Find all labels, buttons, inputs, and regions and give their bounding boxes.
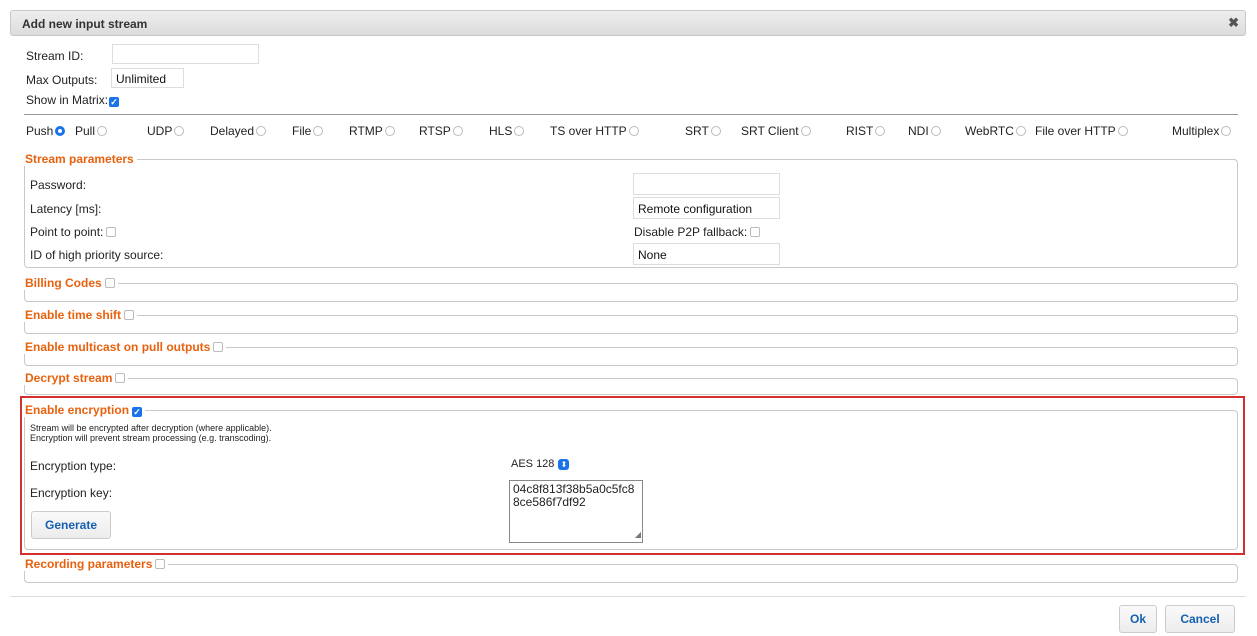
max-outputs-input[interactable]: Unlimited — [111, 68, 184, 88]
recording-parameters-checkbox[interactable] — [155, 559, 166, 569]
recording-parameters-legend: Recording parameters — [25, 557, 153, 571]
time-shift-checkbox[interactable] — [124, 310, 135, 320]
encryption-note-line1: Stream will be encrypted after decryptio… — [30, 423, 272, 433]
generate-button[interactable]: Generate — [31, 511, 111, 539]
multicast-checkbox[interactable] — [213, 342, 224, 352]
decrypt-stream-checkbox[interactable] — [115, 373, 126, 383]
point-to-point-label: Point to point: — [30, 225, 104, 239]
multicast-section: Enable multicast on pull outputs — [24, 340, 1238, 366]
decrypt-stream-section: Decrypt stream — [24, 371, 1238, 395]
latency-input[interactable]: Remote configuration — [633, 197, 780, 219]
password-label: Password: — [30, 178, 87, 192]
radio-file[interactable]: File — [292, 124, 324, 138]
ok-button[interactable]: Ok — [1119, 605, 1157, 633]
billing-codes-section: Billing Codes — [24, 276, 1238, 302]
resize-grip-icon[interactable]: ◢ — [635, 528, 641, 541]
stream-parameters-legend: Stream parameters — [25, 152, 134, 166]
disable-p2p-checkbox[interactable] — [750, 227, 761, 237]
stream-parameters-section: Stream parameters — [24, 152, 1238, 268]
radio-rtsp[interactable]: RTSP — [419, 124, 463, 138]
dialog-titlebar: Add new input stream ✖ — [10, 10, 1246, 36]
stream-type-radio-group: Push Pull UDP Delayed File RTMP RTSP HLS… — [26, 124, 1238, 140]
radio-file-over-http[interactable]: File over HTTP — [1035, 124, 1128, 138]
cancel-button[interactable]: Cancel — [1165, 605, 1235, 633]
close-icon[interactable]: ✖ — [1228, 15, 1239, 31]
stream-id-input[interactable] — [112, 44, 259, 64]
radio-srt[interactable]: SRT — [685, 124, 721, 138]
password-input[interactable] — [633, 173, 780, 195]
decrypt-stream-legend: Decrypt stream — [25, 371, 113, 385]
radio-ndi[interactable]: NDI — [908, 124, 941, 138]
show-in-matrix-checkbox[interactable]: ✓ — [109, 97, 120, 107]
radio-rtmp[interactable]: RTMP — [349, 124, 395, 138]
dialog-title: Add new input stream — [22, 17, 148, 31]
radio-webrtc[interactable]: WebRTC — [965, 124, 1026, 138]
radio-pull[interactable]: Pull — [75, 124, 108, 138]
encryption-key-value: 04c8f813f38b5a0c5fc88ce586f7df92 — [513, 482, 635, 509]
billing-codes-legend: Billing Codes — [25, 276, 102, 290]
show-in-matrix-row: Show in Matrix: ✓ — [26, 93, 120, 107]
footer-divider — [10, 596, 1246, 597]
disable-p2p-label: Disable P2P fallback: — [634, 225, 748, 239]
max-outputs-label: Max Outputs: — [26, 73, 98, 87]
radio-srt-client[interactable]: SRT Client — [741, 124, 811, 138]
latency-label: Latency [ms]: — [30, 202, 102, 216]
divider — [24, 114, 1238, 115]
radio-push[interactable]: Push — [26, 124, 66, 138]
radio-ts-over-http[interactable]: TS over HTTP — [550, 124, 639, 138]
disable-p2p-row: Disable P2P fallback: — [634, 225, 761, 239]
recording-parameters-section: Recording parameters — [24, 557, 1238, 583]
radio-udp[interactable]: UDP — [147, 124, 185, 138]
encryption-key-textarea[interactable]: 04c8f813f38b5a0c5fc88ce586f7df92 ◢ — [509, 480, 643, 543]
priority-source-select[interactable]: None — [633, 243, 780, 265]
radio-rist[interactable]: RIST — [846, 124, 886, 138]
time-shift-legend: Enable time shift — [25, 308, 122, 322]
encryption-type-value: AES 128 — [511, 458, 555, 470]
billing-codes-checkbox[interactable] — [104, 278, 115, 288]
encryption-type-label: Encryption type: — [30, 459, 117, 473]
radio-delayed[interactable]: Delayed — [210, 124, 267, 138]
show-in-matrix-label: Show in Matrix: — [26, 93, 109, 107]
encryption-type-select[interactable]: AES 128 ⬍ — [511, 458, 570, 474]
stream-id-label: Stream ID: — [26, 49, 84, 63]
encryption-note: Stream will be encrypted after decryptio… — [30, 423, 272, 443]
priority-source-label: ID of high priority source: — [30, 248, 164, 262]
select-arrows-icon: ⬍ — [558, 459, 570, 470]
time-shift-section: Enable time shift — [24, 308, 1238, 334]
encryption-note-line2: Encryption will prevent stream processin… — [30, 433, 272, 443]
radio-hls[interactable]: HLS — [489, 124, 525, 138]
point-to-point-row: Point to point: — [30, 225, 117, 239]
encryption-key-label: Encryption key: — [30, 486, 113, 500]
point-to-point-checkbox[interactable] — [106, 227, 117, 237]
radio-multiplex[interactable]: Multiplex — [1172, 124, 1232, 138]
multicast-legend: Enable multicast on pull outputs — [25, 340, 211, 354]
